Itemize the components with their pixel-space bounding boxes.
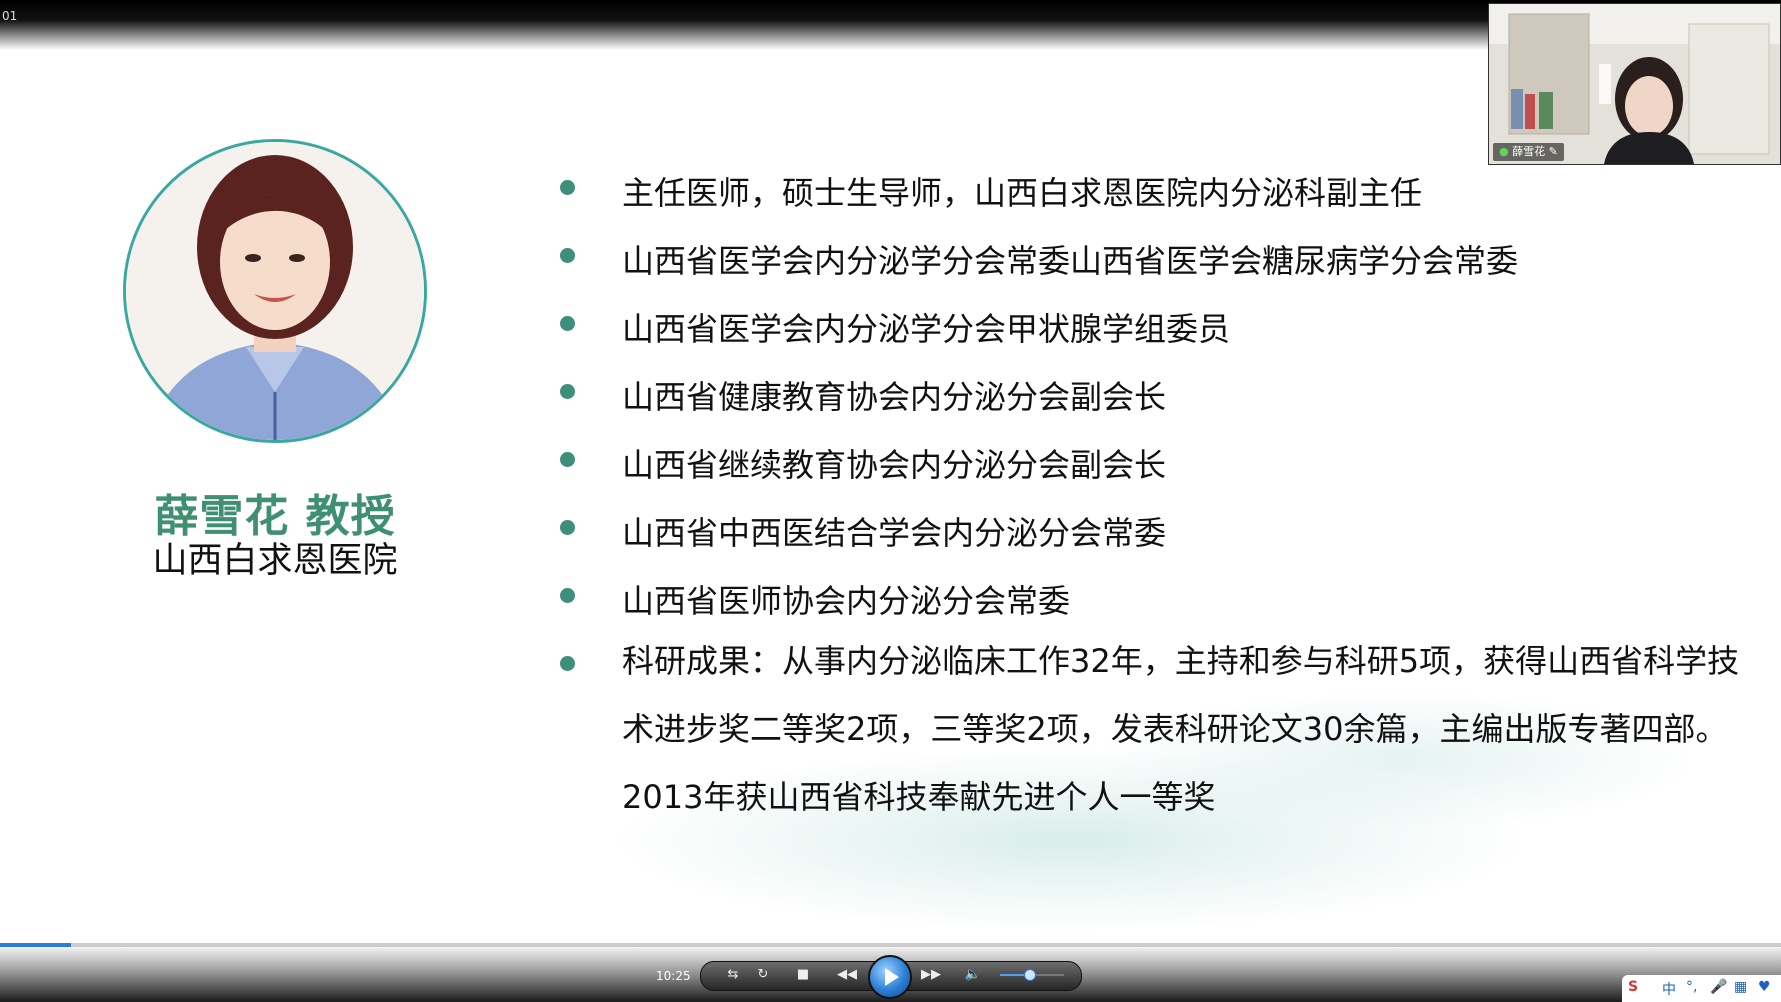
stop-icon[interactable]: ■ xyxy=(790,964,816,986)
bullet-dot-icon xyxy=(560,520,575,535)
list-item-text: 山西省健康教育协会内分泌分会副会长 xyxy=(622,378,1167,416)
list-item-text: 山西省中西医结合学会内分泌分会常委 xyxy=(622,514,1167,552)
punctuation-icon[interactable]: °, xyxy=(1686,979,1697,995)
bullet-dot-icon xyxy=(560,316,575,331)
list-item-text: 山西省医师协会内分泌分会常委 xyxy=(622,582,1071,620)
bullet-dot-icon xyxy=(560,656,575,671)
rewind-icon[interactable]: ◀◀ xyxy=(834,964,860,986)
bullet-dot-icon xyxy=(560,452,575,467)
participant-name: 薛雪花 xyxy=(1512,145,1546,158)
presenter-portrait xyxy=(123,139,427,443)
list-item-text: 山西省继续教育协会内分泌分会副会长 xyxy=(622,446,1167,484)
pencil-icon: ✎ xyxy=(1548,145,1558,158)
portrait-illustration xyxy=(126,142,424,440)
ime-mode-label[interactable]: 中 xyxy=(1662,979,1676,999)
bullet-dot-icon xyxy=(560,384,575,399)
participant-name-tag: ● 薛雪花 ✎ xyxy=(1493,143,1564,161)
elapsed-time: 10:25 xyxy=(656,969,691,983)
play-button[interactable] xyxy=(868,955,912,999)
bullet-dot-icon xyxy=(560,248,575,263)
list-item-text: 山西省医学会内分泌学分会甲状腺学组委员 xyxy=(622,310,1231,348)
list-item-text: 主任医师，硕士生导师，山西白求恩医院内分泌科副主任 xyxy=(622,174,1423,212)
system-tray: S 中 °, 🎤 ▦ ♥ xyxy=(1622,975,1781,1002)
skin-icon[interactable]: ♥ xyxy=(1758,979,1771,995)
volume-knob[interactable] xyxy=(1023,969,1036,981)
shuffle-icon[interactable]: ⇆ xyxy=(720,964,746,986)
list-item-text: 山西省医学会内分泌学分会常委山西省医学会糖尿病学分会常委 xyxy=(622,242,1519,280)
sogou-ime-icon[interactable]: S xyxy=(1628,979,1638,995)
bullet-dot-icon xyxy=(560,588,575,603)
presentation-slide: 薛雪花 教授 山西白求恩医院 主任医师，硕士生导师，山西白求恩医院内分泌科副主任… xyxy=(0,50,1781,943)
microphone-icon: ● xyxy=(1499,145,1509,158)
bullet-dot-icon xyxy=(560,180,575,195)
volume-slider[interactable] xyxy=(1000,969,1064,981)
corner-label: 01 xyxy=(2,9,18,23)
keyboard-icon[interactable]: ▦ xyxy=(1734,979,1747,995)
webcam-video xyxy=(1489,4,1780,164)
media-player-controls: 10:25 ⇆ ↻ ■ ◀◀ ▶▶ 🔈 xyxy=(0,947,1781,1002)
list-item-text: 科研成果：从事内分泌临床工作32年，主持和参与科研5项，获得山西省科学技术进步奖… xyxy=(622,642,1740,816)
presenter-hospital: 山西白求恩医院 xyxy=(152,541,398,581)
volume-icon[interactable]: 🔈 xyxy=(960,964,986,986)
microphone-tray-icon[interactable]: 🎤 xyxy=(1710,979,1727,995)
repeat-icon[interactable]: ↻ xyxy=(750,964,776,986)
fast-forward-icon[interactable]: ▶▶ xyxy=(918,964,944,986)
webcam-overlay[interactable]: ● 薛雪花 ✎ xyxy=(1488,3,1781,165)
